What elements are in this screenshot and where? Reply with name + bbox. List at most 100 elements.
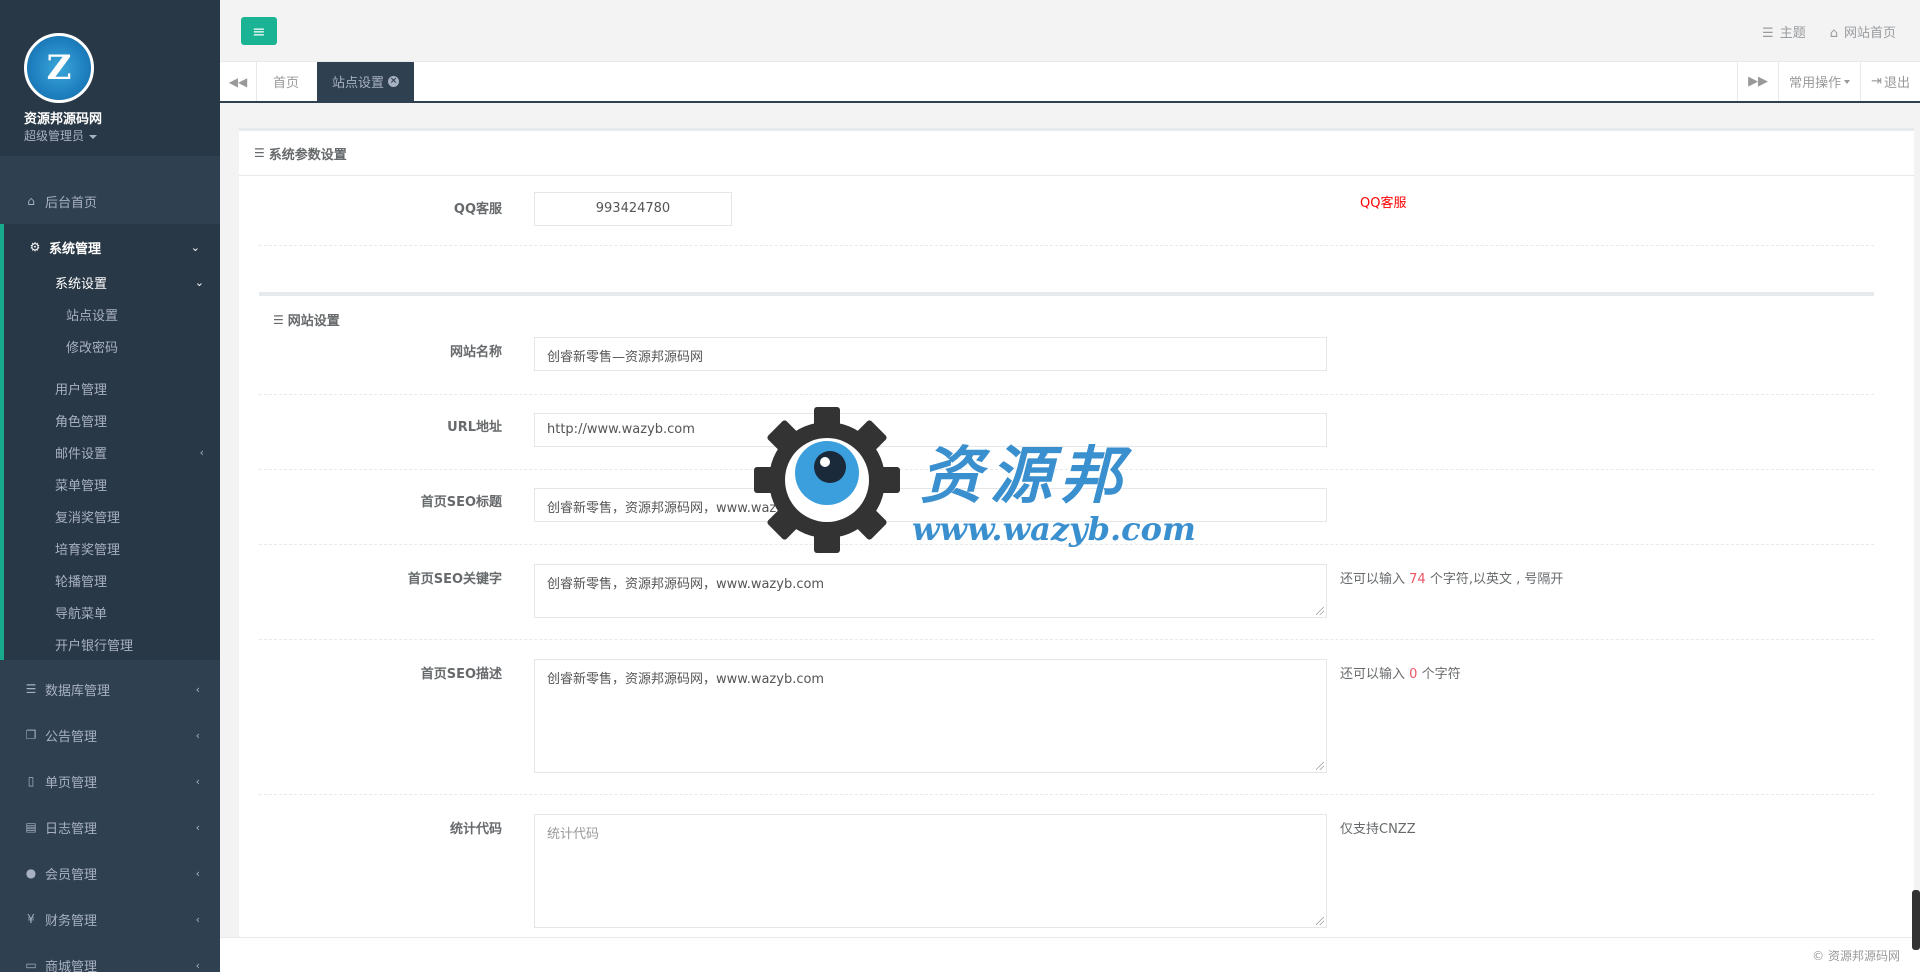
tabs-scroll-left-button[interactable]: ◀◀ [220,62,257,101]
chevron-left-icon: ‹ [195,820,200,834]
resize-grip-icon[interactable] [1316,762,1324,770]
textarea-value: 创睿新零售，资源邦源码网，www.wazyb.com [547,672,825,687]
resize-grip-icon[interactable] [1316,607,1324,615]
logout-button[interactable]: ⇥ 退出 [1860,62,1920,101]
hint-text: 个字符 [1421,667,1461,682]
sidebar-item-pages[interactable]: ▯ 单页管理 ‹ [0,758,220,804]
qq-hint: QQ客服 [1360,196,1407,211]
chevron-left-icon: ‹ [195,728,200,742]
watermark-text: 资源邦 [920,439,1131,512]
user-icon: ● [25,866,37,880]
sidebar-item-home[interactable]: ⌂ 后台首页 [0,178,220,224]
resize-grip-icon[interactable] [1316,917,1324,925]
chevron-left-icon: ‹ [195,866,200,880]
sidebar-item-rebuy-bonus[interactable]: 复消奖管理 [4,500,220,532]
top-links: ☰ 主题 ⌂ 网站首页 [1762,22,1896,41]
panel-title: ☰ 系统参数设置 [239,131,1914,176]
role-dropdown[interactable]: 超级管理员 [24,127,98,144]
form-row-qq: QQ客服 993424780 QQ客服 [259,175,1874,246]
seo-keywords-textarea[interactable]: 创睿新零售，资源邦源码网，www.wazyb.com [534,564,1327,618]
field-label: 首页SEO标题 [420,495,502,510]
sign-out-icon: ⇥ [1871,74,1882,89]
sidebar-item-label: 单页管理 [45,775,98,791]
sidebar-item-carousel[interactable]: 轮播管理 [4,564,220,596]
site-home-link[interactable]: ⌂ 网站首页 [1830,22,1896,41]
tabs-scroll-right-button[interactable]: ▶▶ [1737,62,1778,101]
theme-link[interactable]: ☰ 主题 [1762,22,1806,41]
theme-label: 主题 [1779,26,1806,41]
watermark: 资源邦 www.wazyb.com [752,405,1196,565]
menu-toggle-button[interactable]: ≡ [241,17,277,45]
sidebar: Z 资源邦源码网 超级管理员 ⌂ 后台首页 ⚙ 系统管理 ⌄ 系统设置 ⌄ 站点设置 修… [0,0,220,972]
field-label: 首页SEO关键字 [407,572,502,587]
profile: Z 资源邦源码网 超级管理员 [0,0,220,156]
sidebar-item-label: 财务管理 [45,913,98,929]
hint-count: 0 [1409,667,1418,682]
sidebar-item-logs[interactable]: ▤ 日志管理 ‹ [0,804,220,850]
stats-textarea[interactable]: 统计代码 [534,814,1327,928]
sidebar-item-label: 复消奖管理 [55,510,121,526]
sidebar-item-system-mgmt[interactable]: ⚙ 系统管理 ⌄ [4,224,220,270]
sidebar-item-label: 培育奖管理 [55,542,121,558]
chevron-down-icon: ⌄ [190,240,200,254]
gear-icon: ⚙ [29,240,41,254]
sidebar-item-site-settings[interactable]: 站点设置 [4,298,220,330]
gear-logo-icon [754,407,900,553]
seo-desc-hint: 还可以输入 0 个字符 [1340,663,1461,682]
sidebar-item-label: 邮件设置 [55,446,108,462]
watermark-url: www.wazyb.com [912,510,1196,548]
sidebar-item-mail[interactable]: 邮件设置 ‹ [4,436,220,468]
common-ops-dropdown[interactable]: 常用操作 [1778,62,1860,101]
textarea-value: 创睿新零售，资源邦源码网，www.wazyb.com [547,577,825,592]
field-label: QQ客服 [453,202,502,217]
panel-title-text: 系统参数设置 [268,147,347,163]
site-name-input[interactable]: 创睿新零售—资源邦源码网 [534,337,1327,371]
yen-icon: ¥ [27,912,35,926]
sidebar-item-label: 菜单管理 [55,478,108,494]
chevron-left-icon: ‹ [195,912,200,926]
hint-text: 个字符,以英文 , 号隔开 [1429,572,1564,587]
tab-home[interactable]: 首页 [258,62,314,101]
sidebar-item-notices[interactable]: ❐ 公告管理 ‹ [0,712,220,758]
seo-desc-textarea[interactable]: 创睿新零售，资源邦源码网，www.wazyb.com [534,659,1327,773]
common-ops-label: 常用操作 [1789,76,1842,91]
database-icon: ☰ [25,682,37,696]
sidebar-item-mall[interactable]: ▭ 商城管理 ‹ [0,942,220,972]
sidebar-item-system-settings[interactable]: 系统设置 ⌄ [4,266,220,298]
tab-bar: ◀◀ 首页 站点设置 × ▶▶ 常用操作 ⇥ 退出 [220,62,1920,103]
textarea-placeholder: 统计代码 [547,827,600,842]
sidebar-item-users[interactable]: 用户管理 [4,372,220,404]
role-label: 超级管理员 [24,129,85,143]
forward-icon: ▶▶ [1748,74,1769,89]
sidebar-item-database[interactable]: ☰ 数据库管理 ‹ [0,666,220,712]
backward-icon: ◀◀ [228,74,248,89]
sidebar-item-nav-menu[interactable]: 导航菜单 [4,596,220,628]
sidebar-item-banks[interactable]: 开户银行管理 [4,628,220,660]
scrollbar-handle[interactable] [1912,890,1920,950]
sidebar-item-label: 角色管理 [55,414,108,430]
log-icon: ▤ [25,820,37,834]
sidebar-item-roles[interactable]: 角色管理 [4,404,220,436]
list-icon: ☰ [254,146,265,160]
sidebar-item-finance[interactable]: ¥ 财务管理 ‹ [0,896,220,942]
sidebar-item-members[interactable]: ● 会员管理 ‹ [0,850,220,896]
sidebar-item-label: 数据库管理 [45,683,111,699]
form-row-stats: 统计代码 统计代码 仅支持CNZZ [259,794,1874,937]
caret-down-icon [1844,79,1851,84]
caret-down-icon [89,134,98,139]
sidebar-item-nurture-bonus[interactable]: 培育奖管理 [4,532,220,564]
logout-label: 退出 [1883,76,1910,91]
section-divider [259,292,1874,296]
hint-text: 还可以输入 [1340,667,1406,682]
shop-icon: ▭ [25,958,37,972]
qq-input[interactable]: 993424780 [534,192,732,226]
close-icon[interactable]: × [388,76,400,87]
sidebar-item-label: 后台首页 [45,195,98,211]
field-label: 网站名称 [449,345,502,360]
field-label: URL地址 [447,420,502,435]
sidebar-item-menus[interactable]: 菜单管理 [4,468,220,500]
site-home-label: 网站首页 [1843,26,1896,41]
sidebar-item-change-password[interactable]: 修改密码 [4,330,220,362]
hint-text: 还可以输入 [1340,572,1406,587]
tab-site-settings[interactable]: 站点设置 × [317,62,415,101]
